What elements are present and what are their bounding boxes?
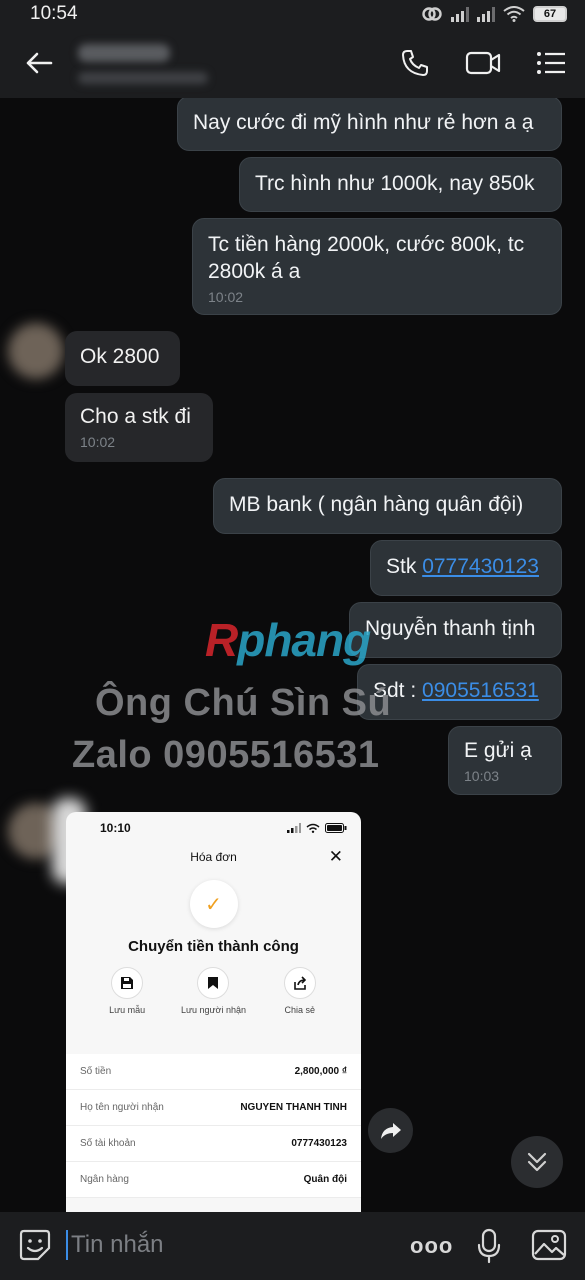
message-list[interactable]: Nay cước đi mỹ hình như rẻ hơn a ạ Trc h… — [0, 98, 585, 1212]
share-icon — [294, 976, 306, 990]
watermark-logo: Rphang — [205, 614, 371, 666]
signal-icon — [477, 6, 495, 22]
receipt-time: 10:10 — [100, 821, 131, 835]
receipt-row-bank: Ngân hàng Quân đội — [66, 1162, 361, 1198]
chat-header — [0, 28, 585, 98]
battery-icon — [325, 823, 347, 833]
message-bubble-outgoing[interactable]: E gửi ạ 10:03 — [448, 726, 562, 795]
bookmark-icon — [208, 977, 219, 989]
contact-name-blurred[interactable] — [78, 38, 218, 88]
save-icon — [121, 977, 134, 989]
message-text: Nay cước đi mỹ hình như rẻ hơn a ạ — [193, 111, 534, 134]
list-menu-icon — [537, 52, 565, 74]
microphone-icon — [477, 1228, 501, 1264]
phone-link[interactable]: 0905516531 — [422, 679, 539, 702]
message-bubble-outgoing[interactable]: Nay cước đi mỹ hình như rẻ hơn a ạ — [177, 98, 562, 151]
message-time: 10:02 — [208, 289, 244, 305]
message-bubble-outgoing[interactable]: Stk 0777430123 — [370, 540, 562, 596]
message-bubble-outgoing[interactable]: MB bank ( ngân hàng quân đội) — [213, 478, 562, 534]
voice-button[interactable] — [476, 1228, 502, 1269]
signal-icon — [451, 6, 469, 22]
message-bubble-outgoing[interactable]: Nguyễn thanh tịnh — [349, 602, 562, 658]
contact-avatar[interactable] — [8, 323, 64, 379]
phone-icon — [402, 50, 428, 76]
receipt-title: Hóa đơn ✕ — [190, 847, 343, 866]
receipt-success-text: Chuyển tiền thành công — [128, 938, 299, 955]
scroll-to-bottom-button[interactable] — [511, 1136, 563, 1188]
message-text: E gửi ạ — [464, 739, 532, 762]
message-bubble-outgoing[interactable]: Trc hình như 1000k, nay 850k — [239, 157, 562, 212]
more-options-button[interactable]: ooo — [410, 1235, 453, 1257]
receipt-status-bar: 10:10 — [66, 812, 361, 844]
receipt-row-account-number: Số tài khoản 0777430123 — [66, 1126, 361, 1162]
message-input[interactable]: Tin nhắn — [66, 1230, 164, 1260]
receipt-details: Số tiền 2,800,000 ₫ Họ tên người nhận NGUY… — [66, 1054, 361, 1198]
back-button[interactable] — [18, 42, 60, 84]
status-bar: 10:54 67 — [0, 0, 585, 28]
watermark-line-2: Zalo 0905516531 — [72, 734, 380, 776]
forward-arrow-icon — [380, 1122, 401, 1139]
call-button[interactable] — [394, 42, 436, 84]
message-text: Tc tiền hàng 2000k, cước 800k, tc 2800k … — [208, 233, 525, 283]
message-text: Stk — [386, 555, 423, 578]
video-call-button[interactable] — [462, 42, 504, 84]
close-icon: ✕ — [328, 847, 343, 866]
message-text: MB bank ( ngân hàng quân đội) — [229, 493, 524, 516]
receipt-image[interactable]: 10:10 Hóa đơn ✕ ✓ Chuyển tiền thành công… — [66, 812, 361, 1212]
receipt-action-save-recipient: Lưu người nhận — [173, 967, 253, 1015]
message-time: 10:03 — [464, 768, 500, 784]
message-bubble-outgoing[interactable]: Tc tiền hàng 2000k, cước 800k, tc 2800k … — [192, 218, 562, 315]
menu-button[interactable] — [530, 42, 572, 84]
checkmark-icon: ✓ — [189, 880, 238, 928]
receipt-actions: Lưu mẫu Lưu người nhận Chia sẻ — [66, 967, 361, 1015]
receipt-row-amount: Số tiền 2,800,000 ₫ — [66, 1054, 361, 1090]
message-composer: Tin nhắn ooo — [0, 1212, 585, 1280]
double-chevron-down-icon — [527, 1152, 547, 1172]
watermark-line-1: Ông Chú Sìn Sú — [95, 682, 392, 724]
receipt-action-share: Chia sẻ — [260, 967, 340, 1015]
message-time: 10:02 — [80, 434, 116, 450]
link-icon — [422, 7, 442, 21]
arrow-left-icon — [26, 52, 53, 74]
forward-button[interactable] — [368, 1108, 413, 1153]
message-text: Ok 2800 — [80, 345, 160, 368]
message-bubble-incoming[interactable]: Cho a stk đi 10:02 — [65, 393, 213, 462]
receipt-row-recipient-name: Họ tên người nhận NGUYEN THANH TINH — [66, 1090, 361, 1126]
message-text: Nguyễn thanh tịnh — [365, 617, 536, 640]
wifi-icon — [306, 823, 320, 833]
wifi-icon — [503, 6, 525, 22]
emoji-sticker-icon — [19, 1229, 51, 1261]
sticker-button[interactable] — [18, 1228, 52, 1267]
message-text: Trc hình như 1000k, nay 850k — [255, 172, 535, 195]
image-picker-button[interactable] — [531, 1228, 567, 1267]
receipt-action-save-template: Lưu mẫu — [87, 967, 167, 1015]
status-time: 10:54 — [30, 3, 78, 24]
phone-link[interactable]: 0777430123 — [422, 555, 539, 578]
battery-icon: 67 — [533, 6, 567, 22]
message-bubble-incoming[interactable]: Ok 2800 — [65, 331, 180, 386]
video-camera-icon — [465, 51, 501, 75]
message-text: Cho a stk đi — [80, 405, 191, 428]
signal-icon — [287, 823, 301, 833]
image-gallery-icon — [531, 1229, 567, 1261]
